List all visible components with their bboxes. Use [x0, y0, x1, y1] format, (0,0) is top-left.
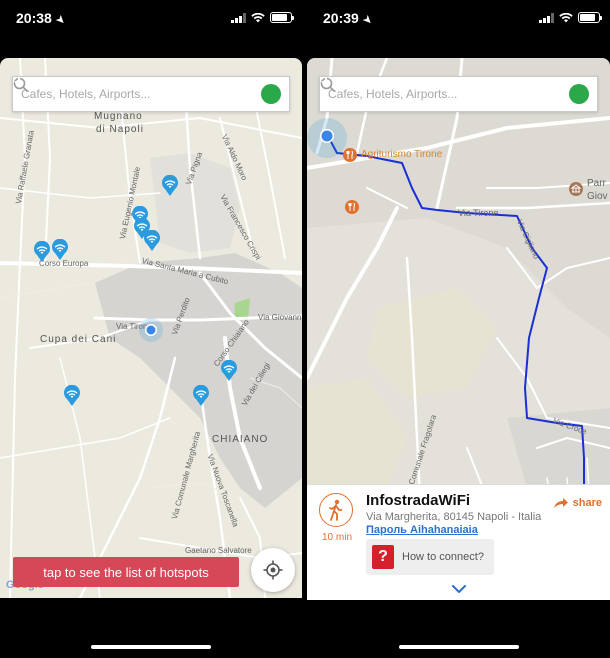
user-location-icon: [139, 318, 163, 342]
wifi-pin-icon[interactable]: [220, 360, 238, 382]
time-text: 20:39: [323, 10, 359, 26]
map-label-cupa-dei-cani: Cupa dei Cani: [40, 334, 117, 345]
map-label-di-napoli: di Napoli: [96, 124, 144, 135]
crosshair-icon: [263, 560, 283, 580]
download-button[interactable]: [321, 77, 589, 104]
signal-icon: [231, 12, 246, 23]
download-icon: [321, 77, 331, 87]
wifi-icon: [251, 12, 265, 22]
map-label-giov: Giov: [587, 191, 608, 202]
how-to-connect-button[interactable]: ? How to connect?: [366, 539, 494, 575]
hotspot-name: InfostradaWiFi: [366, 492, 471, 509]
map-label-via-giovanni: Via Giovann: [258, 313, 302, 322]
home-indicator[interactable]: [91, 645, 211, 649]
hotspot-address: Via Margherita, 80145 Napoli - Italia: [366, 511, 542, 523]
map-label-via-tirone: Via Tirone: [458, 208, 499, 218]
landmark-icon[interactable]: [569, 182, 583, 196]
location-arrow-icon: ➤: [53, 13, 67, 28]
hotspot-password[interactable]: Пароль Aihahanaiaia: [366, 524, 478, 536]
wifi-pin-icon[interactable]: [143, 230, 161, 252]
hotspot-info-card[interactable]: 10 min InfostradaWiFi Via Margherita, 80…: [307, 484, 610, 600]
wifi-pin-icon[interactable]: [51, 239, 69, 261]
status-time: 20:38➤: [16, 10, 67, 28]
status-icons: [539, 12, 602, 23]
download-button[interactable]: [14, 77, 281, 104]
map-label-mugnano: Mugnano: [94, 111, 143, 122]
right-screen: 20:39➤ Agriturismo Tirone Via Tirone Par…: [307, 0, 610, 658]
time-text: 20:38: [16, 10, 52, 26]
map-label-parr: Parr: [587, 178, 606, 189]
search-bar[interactable]: [319, 76, 598, 112]
map-label-gaetano-salvatore: Gaetano Salvatore: [185, 546, 252, 555]
wifi-pin-icon[interactable]: [63, 385, 81, 407]
home-indicator[interactable]: [398, 645, 519, 649]
wifi-icon: [559, 12, 573, 22]
question-icon: ?: [372, 545, 394, 569]
status-bar: 20:38➤: [0, 0, 302, 40]
location-arrow-icon: ➤: [360, 13, 374, 28]
connect-label: How to connect?: [402, 551, 484, 563]
poi-label-agriturismo-tirone: Agriturismo Tirone: [361, 149, 443, 160]
share-icon: [553, 498, 568, 508]
search-input[interactable]: [21, 87, 261, 101]
chevron-down-icon[interactable]: [451, 585, 466, 593]
download-icon: [14, 77, 24, 87]
map-label-chiaiano: CHIAIANO: [212, 434, 269, 445]
hotspot-list-banner[interactable]: tap to see the list of hotspots: [13, 557, 239, 587]
user-location-icon: [307, 118, 347, 158]
status-icons: [231, 12, 294, 23]
share-button[interactable]: share: [553, 497, 602, 509]
signal-icon: [539, 12, 554, 23]
search-bar[interactable]: [12, 76, 290, 112]
share-label: share: [572, 497, 602, 509]
wifi-pin-icon[interactable]: [33, 241, 51, 263]
wifi-pin-icon[interactable]: [161, 175, 179, 197]
locate-me-button[interactable]: [251, 548, 295, 592]
wifi-pin-icon[interactable]: [192, 385, 210, 407]
walk-time: 10 min: [321, 532, 352, 543]
walk-icon: [329, 499, 343, 521]
walk-button[interactable]: [319, 493, 353, 527]
left-screen: 20:38➤ Mugnano di Napoli Corso Europa Vi…: [0, 0, 302, 658]
status-bar: 20:39➤: [307, 0, 610, 40]
status-time: 20:39➤: [323, 10, 374, 28]
restaurant-icon[interactable]: [345, 200, 359, 214]
battery-icon: [578, 12, 602, 23]
map-view[interactable]: Mugnano di Napoli Corso Europa Via Santa…: [0, 58, 302, 598]
battery-icon: [270, 12, 294, 23]
search-input[interactable]: [328, 87, 569, 101]
